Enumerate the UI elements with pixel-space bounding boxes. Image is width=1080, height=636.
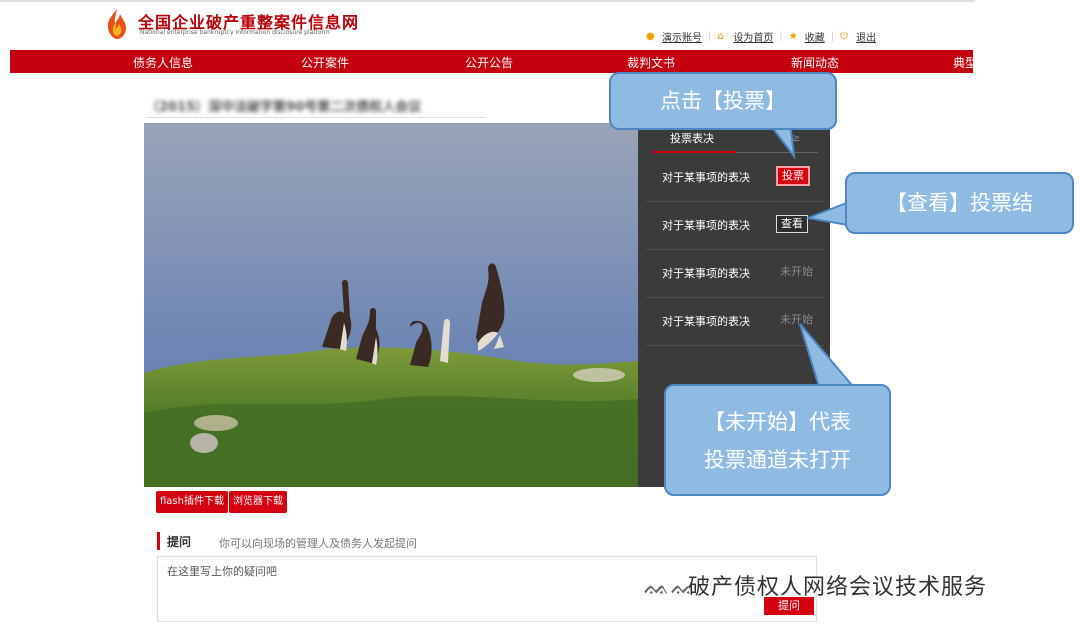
callout-view: 【查看】投票结 <box>845 172 1074 234</box>
star-icon: ★ <box>788 30 798 42</box>
vote-item-label: 对于某事项的表决 <box>662 315 750 328</box>
vote-item: 对于某事项的表决 未开始 <box>646 250 824 298</box>
active-tab-indicator <box>652 151 736 153</box>
vote-item-label: 对于某事项的表决 <box>662 171 750 184</box>
main-nav: 债务人信息 公开案件 公开公告 裁判文书 新闻动态 典型 <box>10 50 977 73</box>
nav-item-public-notices[interactable]: 公开公告 <box>465 54 513 71</box>
nav-item-public-cases[interactable]: 公开案件 <box>301 54 349 71</box>
site-subtitle: National enterprise bankruptcy informati… <box>140 29 330 36</box>
callout-vote: 点击【投票】 <box>609 72 837 130</box>
set-home-link[interactable]: 设为首页 <box>733 29 773 44</box>
nav-item-news[interactable]: 新闻动态 <box>791 54 839 71</box>
watermark: ᨐᨐ破产债权人网络会议技术服务 <box>644 569 987 601</box>
nav-item-debtor-info[interactable]: 债务人信息 <box>133 54 193 71</box>
vote-item: 对于某事项的表决 查看 <box>646 202 824 250</box>
not-started-status: 未开始 <box>780 265 813 278</box>
question-heading: 提问 <box>167 535 192 549</box>
site-logo-icon[interactable] <box>104 8 130 40</box>
demo-account-link[interactable]: 演示账号 <box>662 29 702 44</box>
favorite-link[interactable]: 收藏 <box>805 29 825 44</box>
question-hint: 你可以向现场的管理人及债务人发起提问 <box>219 537 417 550</box>
callout-not-started: 【未开始】代表 投票通道未打开 <box>664 384 891 496</box>
live-video-player[interactable] <box>144 123 638 487</box>
home-icon: ⌂ <box>717 30 724 42</box>
user-icon: ● <box>646 30 655 42</box>
question-placeholder: 在这里写上你的疑问吧 <box>167 565 277 578</box>
meeting-title: （2015）深中法破字第90号第二次债权人会议 <box>146 100 422 115</box>
vote-item: 对于某事项的表决 投票 <box>646 154 824 202</box>
wechat-icon: ᨐᨐ <box>644 575 698 600</box>
vote-button[interactable]: 投票 <box>776 166 810 186</box>
title-divider <box>146 117 486 118</box>
vote-item-label: 对于某事项的表决 <box>662 267 750 280</box>
logout-link[interactable]: 退出 <box>856 29 876 44</box>
divider: | <box>708 31 712 42</box>
watermark-text: 破产债权人网络会议技术服务 <box>688 575 988 600</box>
view-result-button[interactable]: 查看 <box>776 215 808 233</box>
divider: | <box>779 31 783 42</box>
divider: | <box>830 31 835 42</box>
flash-download-button[interactable]: flash插件下载 <box>156 491 228 513</box>
callout-line: 【未开始】代表 <box>704 410 851 434</box>
vote-item-label: 对于某事项的表决 <box>662 219 750 232</box>
nav-item-typical[interactable]: 典型 <box>953 54 977 71</box>
nav-item-judgments[interactable]: 裁判文书 <box>627 54 675 71</box>
tab-vote[interactable]: 投票表决 <box>670 130 714 146</box>
top-links: ● 演示账号 | ⌂ 设为首页 | ★ 收藏 | ⏻ 退出 <box>646 29 876 44</box>
callout-line: 投票通道未打开 <box>704 448 851 472</box>
power-icon: ⏻ <box>840 30 849 42</box>
browser-download-button[interactable]: 浏览器下载 <box>229 491 287 513</box>
section-marker <box>157 532 160 550</box>
